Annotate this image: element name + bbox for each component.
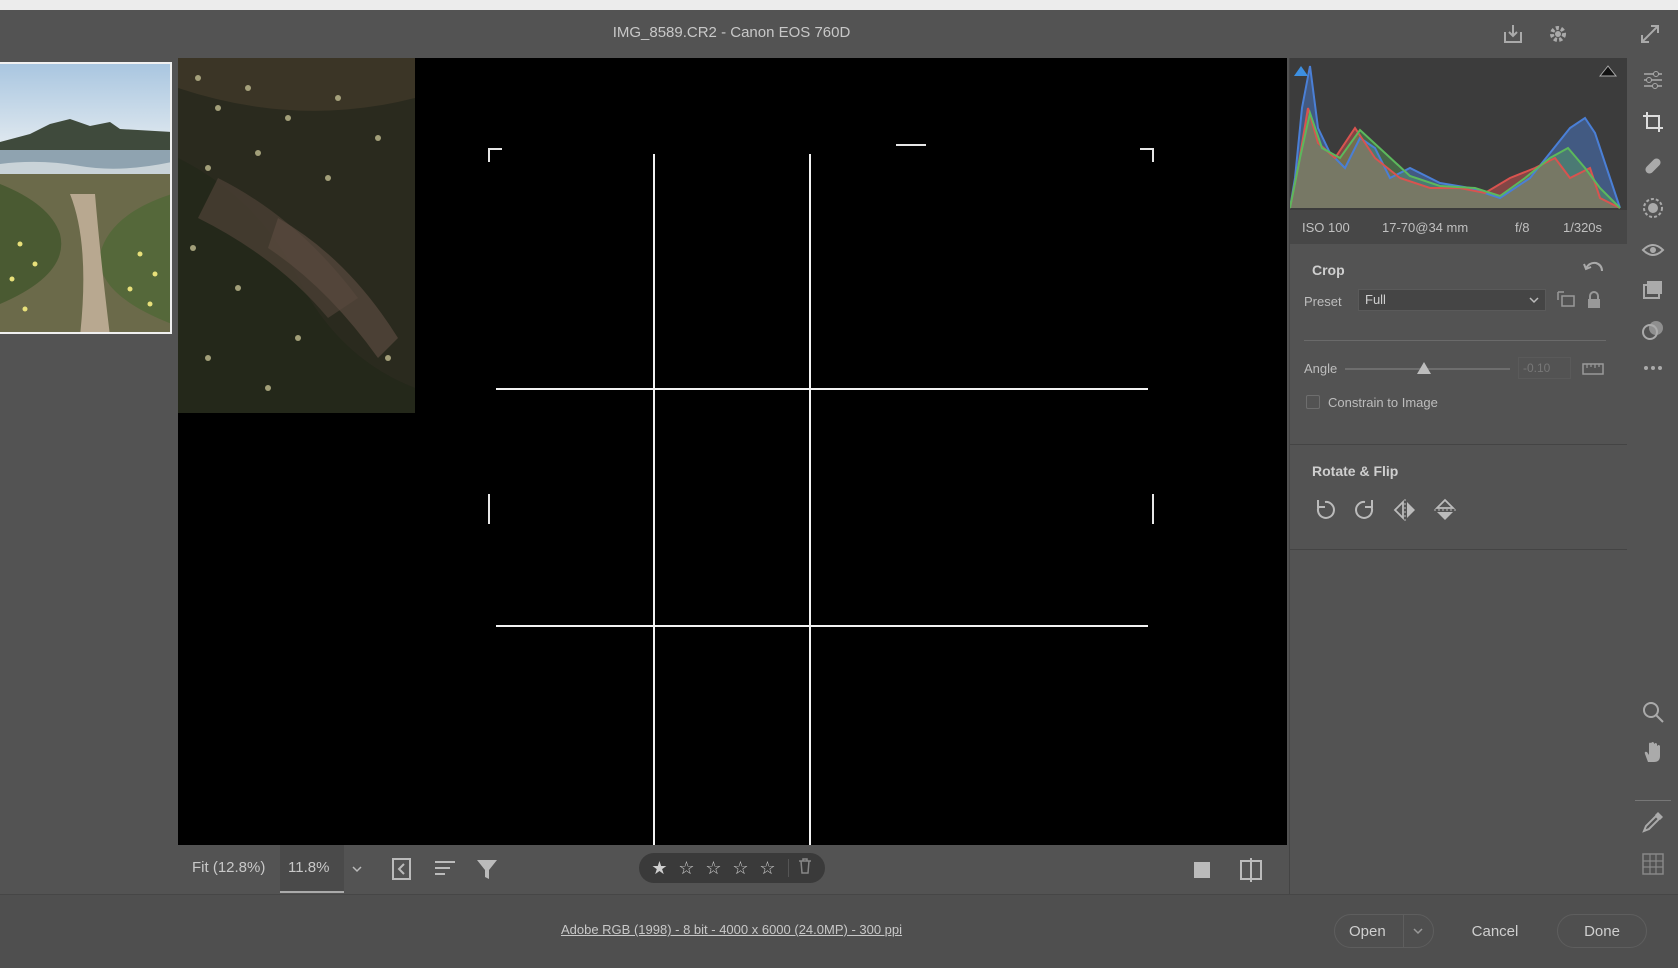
workflow-options-link[interactable]: Adobe RGB (1998) - 8 bit - 4000 x 6000 (…: [0, 922, 1463, 937]
exif-lens: 17-70@34 mm: [1382, 220, 1469, 235]
zoom-value: 11.8%: [288, 859, 330, 876]
hand-tool-icon[interactable]: [1639, 738, 1667, 766]
divider: [1304, 340, 1606, 341]
highlight-clip-icon: [1598, 65, 1618, 77]
crop-overlay[interactable]: [178, 58, 1287, 845]
aspect-swap-icon[interactable]: [1554, 288, 1578, 312]
preset-value: Full: [1365, 292, 1386, 307]
rotate-left-icon[interactable]: [1312, 497, 1338, 523]
image-canvas[interactable]: [178, 58, 1287, 845]
reset-crop-icon[interactable]: [1582, 258, 1606, 280]
crop-tool-icon[interactable]: [1639, 108, 1667, 136]
exif-info: ISO 100 17-70@34 mm f/8 1/320s: [1290, 210, 1628, 244]
flip-vertical-icon[interactable]: [1432, 497, 1458, 523]
angle-slider[interactable]: [1345, 362, 1510, 374]
fit-zoom-button[interactable]: Fit (12.8%): [192, 859, 265, 876]
filmstrip-thumbnail[interactable]: [0, 62, 172, 334]
grid-overlay-icon[interactable]: [1639, 850, 1667, 878]
divider: [788, 859, 789, 877]
preset-label: Preset: [1304, 294, 1342, 309]
star-3[interactable]: ☆: [701, 853, 726, 883]
snapshots-icon[interactable]: [1639, 276, 1667, 304]
exif-shutter: 1/320s: [1563, 220, 1603, 235]
star-5[interactable]: ☆: [755, 853, 780, 883]
exif-iso: ISO 100: [1302, 220, 1350, 235]
edit-panel: ISO 100 17-70@34 mm f/8 1/320s Crop Pres…: [1289, 58, 1628, 894]
tool-strip: [1627, 58, 1678, 894]
preset-select[interactable]: Full: [1358, 289, 1546, 311]
eyedropper-icon[interactable]: [1639, 808, 1667, 836]
rating-bar: ★ ☆ ☆ ☆ ☆: [639, 853, 825, 883]
filter-icon[interactable]: [474, 855, 500, 883]
open-button[interactable]: Open: [1334, 914, 1434, 948]
red-eye-icon[interactable]: [1639, 236, 1667, 264]
healing-tool-icon[interactable]: [1639, 152, 1667, 180]
presets-icon[interactable]: [1639, 316, 1667, 344]
exif-aperture: f/8: [1515, 220, 1530, 235]
constrain-label: Constrain to Image: [1328, 395, 1438, 410]
more-icon[interactable]: [1639, 354, 1667, 382]
histogram: [1289, 58, 1628, 210]
star-1[interactable]: ★: [647, 853, 672, 883]
gear-icon[interactable]: [1544, 20, 1572, 48]
zoom-tool-icon[interactable]: [1639, 698, 1667, 726]
divider: [1635, 800, 1671, 801]
window-title: IMG_8589.CR2 - Canon EOS 760D: [612, 24, 851, 41]
canvas-bottom-bar: Fit (12.8%) 11.8% ★ ☆ ☆ ☆ ☆: [178, 845, 1287, 894]
divider: [1403, 915, 1404, 947]
shadow-clip-icon: [1294, 66, 1308, 76]
top-edge: [0, 0, 1678, 10]
constrain-checkbox[interactable]: [1306, 395, 1320, 409]
star-4[interactable]: ☆: [728, 853, 753, 883]
star-2[interactable]: ☆: [674, 853, 699, 883]
rotate-right-icon[interactable]: [1352, 497, 1378, 523]
edit-sliders-icon[interactable]: [1639, 66, 1667, 94]
angle-input[interactable]: -0.10: [1518, 357, 1571, 379]
sort-icon[interactable]: [432, 855, 458, 883]
rotate-flip-section: Rotate & Flip: [1290, 445, 1628, 550]
flip-horizontal-icon[interactable]: [1392, 497, 1418, 523]
before-after-icon[interactable]: [1238, 857, 1264, 883]
rotate-flip-title: Rotate & Flip: [1312, 463, 1399, 479]
open-dropdown-icon[interactable]: [1411, 927, 1425, 937]
crop-handle-top-left: [488, 148, 502, 162]
angle-label: Angle: [1304, 361, 1338, 376]
crop-handle-top-right: [1140, 148, 1154, 162]
angle-slider-thumb[interactable]: [1417, 362, 1432, 374]
masking-icon[interactable]: [1639, 194, 1667, 222]
filmstrip-toggle-icon[interactable]: [390, 855, 416, 883]
filmstrip: [0, 58, 178, 894]
lock-icon[interactable]: [1584, 288, 1604, 312]
done-button[interactable]: Done: [1557, 914, 1647, 948]
open-label: Open: [1349, 922, 1386, 940]
footer-bar: Adobe RGB (1998) - 8 bit - 4000 x 6000 (…: [0, 894, 1678, 968]
single-view-icon[interactable]: [1190, 857, 1216, 883]
crop-title: Crop: [1312, 262, 1345, 278]
straighten-tool-icon[interactable]: [1580, 357, 1606, 379]
chevron-down-icon[interactable]: [350, 859, 364, 879]
trash-icon[interactable]: [797, 857, 819, 880]
cancel-button[interactable]: Cancel: [1452, 914, 1538, 948]
title-bar: IMG_8589.CR2 - Canon EOS 760D: [0, 10, 1678, 58]
crop-section: Crop Preset Full Angle -0.10 Constrain t…: [1290, 244, 1628, 445]
download-icon[interactable]: [1499, 20, 1527, 48]
zoom-value-field[interactable]: 11.8%: [280, 845, 344, 893]
expand-icon[interactable]: [1636, 20, 1664, 48]
